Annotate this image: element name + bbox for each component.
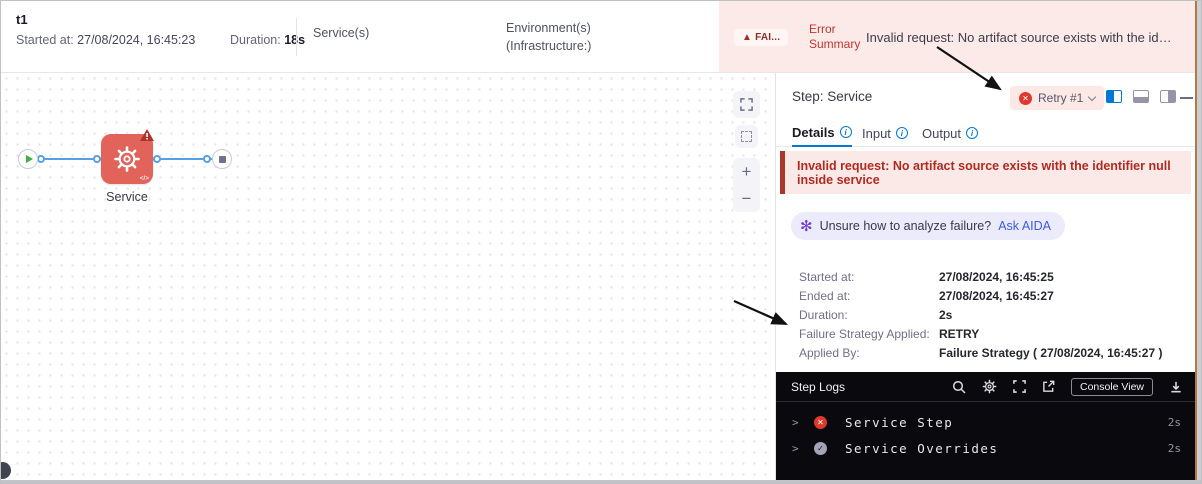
open-in-new-button[interactable] <box>1042 380 1055 393</box>
stop-icon <box>218 155 226 163</box>
tab-output[interactable]: Output i <box>922 119 979 147</box>
failed-status-icon: ✕ <box>1019 91 1032 105</box>
canvas-zoom-controls: + − <box>733 158 760 212</box>
edge-connector <box>93 155 101 163</box>
log-settings-button[interactable] <box>982 379 997 394</box>
detail-row: Failure Strategy Applied: RETRY <box>799 327 980 342</box>
log-duration: 2s <box>1167 441 1181 455</box>
log-row-service-step[interactable]: > ✕ Service Step 2s <box>776 409 1195 435</box>
step-logs-panel: Step Logs Console View > ✕ Service Step … <box>776 372 1195 480</box>
ask-aida-link[interactable]: Ask AIDA <box>998 219 1051 233</box>
expand-logs-button[interactable] <box>1013 380 1026 393</box>
download-icon <box>1171 381 1181 392</box>
service-step-node[interactable]: </> <box>101 129 154 184</box>
service-node-label: Service <box>106 190 148 204</box>
canvas-fullscreen-button[interactable] <box>733 91 760 118</box>
panel-tabs: Details i Input i Output i <box>776 119 1201 147</box>
start-node[interactable] <box>18 149 38 169</box>
edge-connector <box>153 155 161 163</box>
step-logs-header: Step Logs Console View <box>776 372 1195 402</box>
step-logs-title: Step Logs <box>791 379 846 394</box>
app-window: t1 Started at: 27/08/2024, 16:45:23 Dura… <box>0 0 1202 484</box>
aida-suggestion-pill: ✻ Unsure how to analyze failure? Ask AID… <box>791 212 1065 240</box>
duration: Duration: 18s <box>230 33 306 47</box>
detail-row: Ended at: 27/08/2024, 16:45:27 <box>799 288 1054 303</box>
pipeline-canvas[interactable]: </> Service + − <box>1 73 775 480</box>
tab-details[interactable]: Details i <box>792 119 852 147</box>
edge-line <box>37 158 101 160</box>
zoom-in-button[interactable]: + <box>733 158 760 185</box>
header-divider <box>296 18 297 56</box>
error-summary-text: Invalid request: No artifact source exis… <box>866 30 1173 45</box>
canvas-fit-view-button[interactable] <box>735 125 758 148</box>
window-edge <box>1197 1 1201 483</box>
layout-split-left-icon[interactable] <box>1106 90 1122 103</box>
chevron-down-icon <box>1088 92 1097 101</box>
duration-value: 18s <box>284 33 306 47</box>
aida-flower-icon: ✻ <box>800 218 813 235</box>
detail-row: Duration: 2s <box>799 307 953 322</box>
status-badge: ▲ FAI... <box>734 29 789 46</box>
play-icon <box>26 155 33 163</box>
fit-view-icon <box>741 131 752 142</box>
edge-connector <box>203 155 211 163</box>
end-node[interactable] <box>212 149 232 169</box>
zoom-out-button[interactable]: − <box>733 185 760 212</box>
window-edge <box>1 480 1201 483</box>
log-rows: > ✕ Service Step 2s > ✓ Service Override… <box>776 402 1195 461</box>
detail-row: Applied By: Failure Strategy ( 27/08/202… <box>799 346 1163 361</box>
environments-label: Environment(s) (Infrastructure:) <box>506 21 592 53</box>
retry-dropdown[interactable]: ✕ Retry #1 <box>1010 86 1105 110</box>
gear-icon <box>982 379 997 394</box>
external-link-icon <box>1043 380 1055 392</box>
console-view-button[interactable]: Console View <box>1070 377 1153 396</box>
warning-icon: ▲ <box>742 32 753 43</box>
gear-icon <box>114 146 140 172</box>
info-icon[interactable]: i <box>966 127 979 139</box>
layout-bottom-icon[interactable] <box>1133 90 1149 103</box>
error-summary-label: Error Summary <box>809 22 861 51</box>
success-status-icon: ✓ <box>814 441 827 455</box>
search-icon <box>952 380 966 394</box>
failure-warning-icon <box>140 129 154 141</box>
log-row-service-overrides[interactable]: > ✓ Service Overrides 2s <box>776 435 1195 461</box>
tab-input[interactable]: Input i <box>862 119 908 147</box>
detail-row: Started at: 27/08/2024, 16:45:25 <box>799 269 1054 284</box>
services-label: Service(s) <box>313 26 370 40</box>
error-banner: Invalid request: No artifact source exis… <box>780 151 1191 194</box>
chevron-right-icon[interactable]: > <box>792 416 806 429</box>
edge-connector <box>37 155 45 163</box>
minimize-panel-button[interactable] <box>1180 97 1193 99</box>
log-duration: 2s <box>1167 415 1181 429</box>
step-details-list: Started at: 27/08/2024, 16:45:25 Ended a… <box>799 267 1185 363</box>
search-button[interactable] <box>952 380 966 394</box>
expand-icon <box>1013 380 1026 393</box>
panel-layout-toggles <box>1106 90 1176 103</box>
code-glyph: </> <box>139 175 149 182</box>
layout-right-icon[interactable] <box>1160 90 1176 103</box>
error-summary-strip: ▲ FAI... Error Summary Invalid request: N… <box>719 1 1201 72</box>
fullscreen-icon <box>740 98 753 111</box>
started-at-value: 27/08/2024, 16:45:23 <box>77 33 196 47</box>
chevron-right-icon[interactable]: > <box>792 442 806 455</box>
info-icon[interactable]: i <box>895 127 908 139</box>
started-at: Started at: 27/08/2024, 16:45:23 <box>16 33 196 47</box>
step-panel-title: Step: Service <box>792 89 873 104</box>
info-icon[interactable]: i <box>839 126 852 138</box>
execution-header: t1 Started at: 27/08/2024, 16:45:23 Dura… <box>1 1 1201 73</box>
download-logs-button[interactable] <box>1169 380 1183 394</box>
pipeline-title: t1 <box>16 12 28 27</box>
failed-status-icon: ✕ <box>814 415 827 429</box>
